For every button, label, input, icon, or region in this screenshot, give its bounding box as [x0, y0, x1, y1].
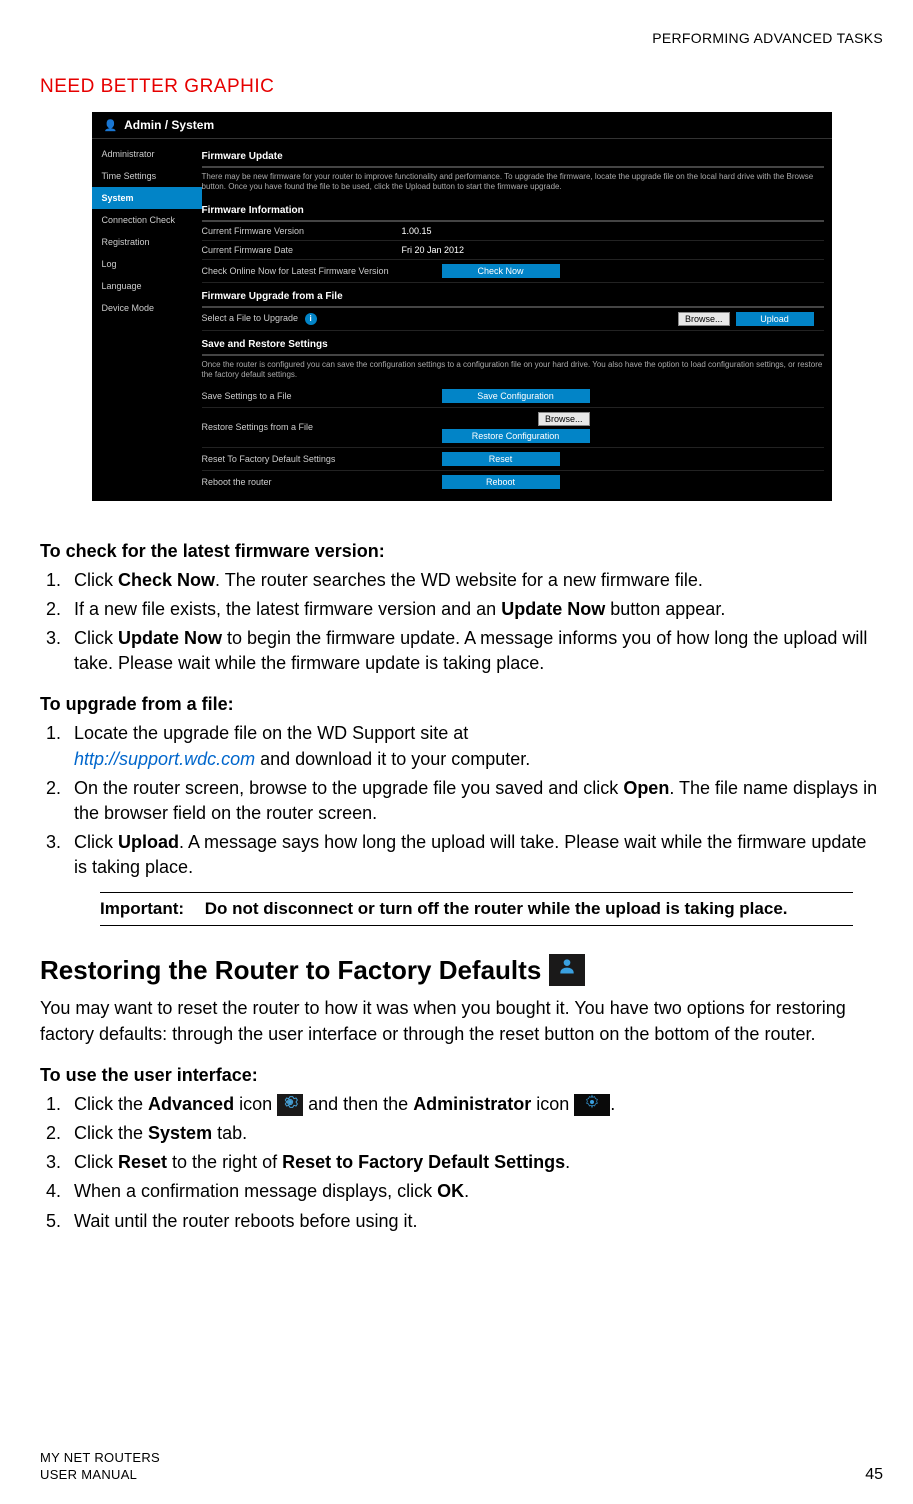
sidebar-item-time-settings[interactable]: Time Settings	[92, 165, 202, 187]
sidebar-item-device-mode[interactable]: Device Mode	[92, 297, 202, 319]
reset-button[interactable]: Reset	[442, 452, 560, 466]
administrator-gear-icon	[574, 1094, 610, 1116]
browse-button[interactable]: Browse...	[678, 312, 730, 326]
footer-title: MY NET ROUTERS USER MANUAL	[40, 1450, 160, 1484]
step-3: Click Reset to the right of Reset to Fac…	[66, 1150, 883, 1175]
support-link[interactable]: http://support.wdc.com	[74, 749, 255, 769]
admin-user-icon	[549, 954, 585, 986]
running-header: PERFORMING ADVANCED TASKS	[40, 30, 883, 46]
upload-button[interactable]: Upload	[736, 312, 814, 326]
reboot-label: Reboot the router	[202, 477, 402, 487]
step-2: If a new file exists, the latest firmwar…	[66, 597, 883, 622]
firmware-info-title: Firmware Information	[202, 201, 824, 222]
screenshot-main: Firmware Update There may be new firmwar…	[202, 139, 832, 501]
step-4: When a confirmation message displays, cl…	[66, 1179, 883, 1204]
step-3: Click Upload. A message says how long th…	[66, 830, 883, 880]
save-config-button[interactable]: Save Configuration	[442, 389, 590, 403]
step-1: Click the Advanced icon and then the Adm…	[66, 1092, 883, 1117]
screenshot-breadcrumb: 👤 Admin / System	[92, 112, 832, 139]
fw-date-label: Current Firmware Date	[202, 245, 402, 255]
heading-check-latest-firmware: To check for the latest firmware version…	[40, 541, 883, 562]
advanced-gear-icon	[277, 1094, 303, 1116]
important-text: Do not disconnect or turn off the router…	[205, 899, 848, 919]
save-restore-desc: Once the router is configured you can sa…	[202, 356, 824, 385]
sidebar-item-language[interactable]: Language	[92, 275, 202, 297]
step-5: Wait until the router reboots before usi…	[66, 1209, 883, 1234]
heading-upgrade-from-file: To upgrade from a file:	[40, 694, 883, 715]
save-settings-label: Save Settings to a File	[202, 391, 402, 401]
check-now-button[interactable]: Check Now	[442, 264, 560, 278]
sidebar-item-connection-check[interactable]: Connection Check	[92, 209, 202, 231]
firmware-update-title: Firmware Update	[202, 147, 824, 168]
steps-use-ui: Click the Advanced icon and then the Adm…	[40, 1092, 883, 1234]
fw-date-value: Fri 20 Jan 2012	[402, 245, 465, 255]
sidebar-item-log[interactable]: Log	[92, 253, 202, 275]
user-icon: 👤	[104, 120, 118, 132]
restoring-paragraph: You may want to reset the router to how …	[40, 996, 883, 1046]
check-online-label: Check Online Now for Latest Firmware Ver…	[202, 266, 442, 276]
router-admin-screenshot: 👤 Admin / System Administrator Time Sett…	[92, 112, 832, 501]
firmware-update-desc: There may be new firmware for your route…	[202, 168, 824, 197]
restore-config-button[interactable]: Restore Configuration	[442, 429, 590, 443]
fw-version-label: Current Firmware Version	[202, 226, 402, 236]
firmware-upgrade-title: Firmware Upgrade from a File	[202, 287, 824, 308]
step-1: Locate the upgrade file on the WD Suppor…	[66, 721, 883, 771]
fw-version-value: 1.00.15	[402, 226, 432, 236]
sidebar-item-registration[interactable]: Registration	[92, 231, 202, 253]
step-2: On the router screen, browse to the upgr…	[66, 776, 883, 826]
sidebar-item-administrator[interactable]: Administrator	[92, 143, 202, 165]
step-3: Click Update Now to begin the firmware u…	[66, 626, 883, 676]
reboot-button[interactable]: Reboot	[442, 475, 560, 489]
save-restore-title: Save and Restore Settings	[202, 335, 824, 356]
reset-factory-label: Reset To Factory Default Settings	[202, 454, 402, 464]
heading-use-ui: To use the user interface:	[40, 1065, 883, 1086]
important-label: Important:	[100, 899, 200, 919]
select-file-label: Select a File to Upgrade i	[202, 313, 402, 325]
sidebar-item-system[interactable]: System	[92, 187, 202, 209]
restore-browse-button[interactable]: Browse...	[538, 412, 590, 426]
page-number: 45	[865, 1466, 883, 1484]
annotation-need-better-graphic: NEED BETTER GRAPHIC	[40, 76, 883, 98]
info-icon: i	[305, 313, 317, 325]
step-1: Click Check Now. The router searches the…	[66, 568, 883, 593]
restore-settings-label: Restore Settings from a File	[202, 422, 402, 432]
screenshot-sidebar: Administrator Time Settings System Conne…	[92, 139, 202, 501]
breadcrumb-text: Admin / System	[124, 118, 214, 132]
important-note: Important: Do not disconnect or turn off…	[100, 892, 853, 926]
page-footer: MY NET ROUTERS USER MANUAL 45	[40, 1450, 883, 1484]
step-2: Click the System tab.	[66, 1121, 883, 1146]
heading-restoring-factory: Restoring the Router to Factory Defaults	[40, 954, 883, 986]
steps-upgrade-file: Locate the upgrade file on the WD Suppor…	[40, 721, 883, 880]
steps-check-firmware: Click Check Now. The router searches the…	[40, 568, 883, 677]
